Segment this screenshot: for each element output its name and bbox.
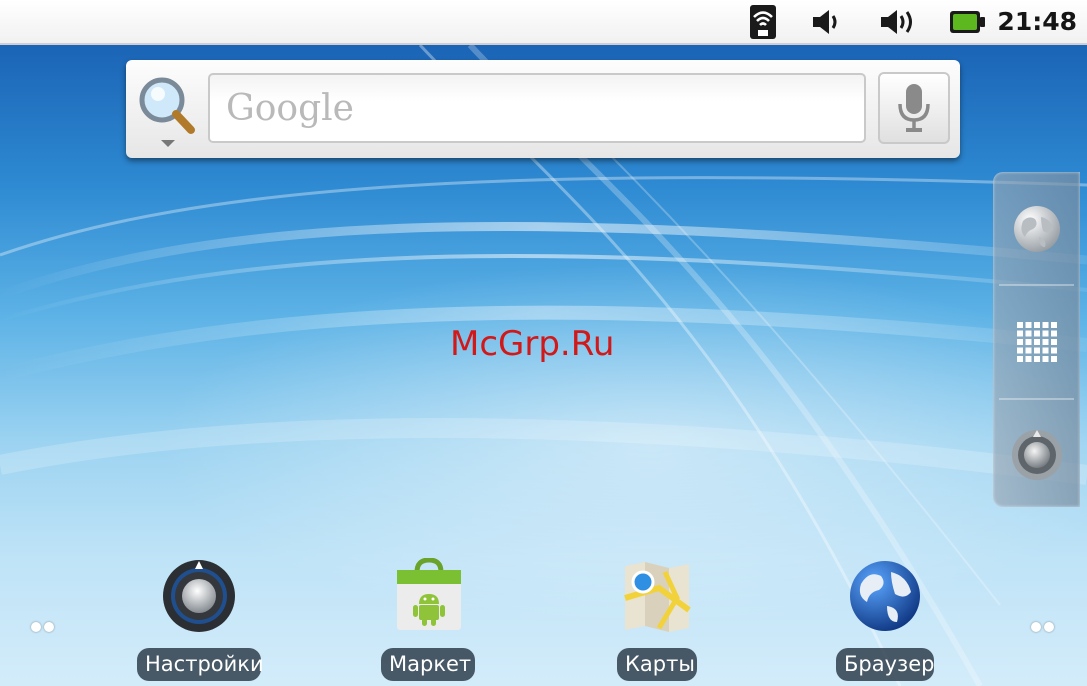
microphone-icon bbox=[898, 84, 930, 132]
shortcut-market-label: Маркет bbox=[381, 648, 475, 681]
google-search-widget bbox=[126, 60, 960, 158]
shortcut-browser-label: Браузер bbox=[836, 648, 934, 681]
voice-search-button[interactable] bbox=[878, 72, 950, 144]
dock-browser-button[interactable] bbox=[993, 174, 1080, 284]
search-input[interactable] bbox=[210, 75, 864, 141]
shortcut-browser[interactable]: Браузер bbox=[836, 556, 934, 684]
dock-settings-button[interactable] bbox=[993, 400, 1080, 510]
globe-icon bbox=[1013, 206, 1060, 252]
dock-divider bbox=[999, 284, 1074, 286]
left-page-dots[interactable] bbox=[31, 620, 61, 634]
watermark-text: McGrp.Ru bbox=[450, 324, 615, 364]
right-dock bbox=[993, 172, 1080, 507]
right-page-dots[interactable] bbox=[1031, 620, 1061, 634]
home-screen: 21:48 Google McGrp.Ru Настройки Маркет К… bbox=[0, 0, 1087, 686]
clock: 21:48 bbox=[997, 7, 1077, 36]
market-icon bbox=[390, 556, 468, 636]
shortcut-settings-label: Настройки bbox=[137, 648, 264, 681]
maps-icon bbox=[618, 556, 696, 636]
app-grid-icon bbox=[1016, 322, 1057, 362]
shortcut-maps[interactable]: Карты bbox=[617, 556, 697, 684]
search-field-box[interactable] bbox=[208, 73, 866, 143]
wifi-icon bbox=[746, 4, 780, 40]
browser-icon bbox=[846, 556, 924, 636]
search-icon[interactable] bbox=[136, 72, 200, 152]
settings-icon bbox=[160, 556, 238, 636]
shortcut-settings[interactable]: Настройки bbox=[137, 556, 264, 684]
status-bar: 21:48 bbox=[0, 0, 1087, 45]
shortcut-maps-label: Карты bbox=[617, 648, 697, 681]
ringer-volume-icon bbox=[878, 4, 920, 40]
settings-knob-icon bbox=[1011, 430, 1062, 480]
battery-icon bbox=[948, 4, 988, 40]
shortcut-market[interactable]: Маркет bbox=[381, 556, 475, 684]
app-drawer-button[interactable] bbox=[993, 287, 1080, 397]
media-volume-icon bbox=[810, 4, 844, 40]
